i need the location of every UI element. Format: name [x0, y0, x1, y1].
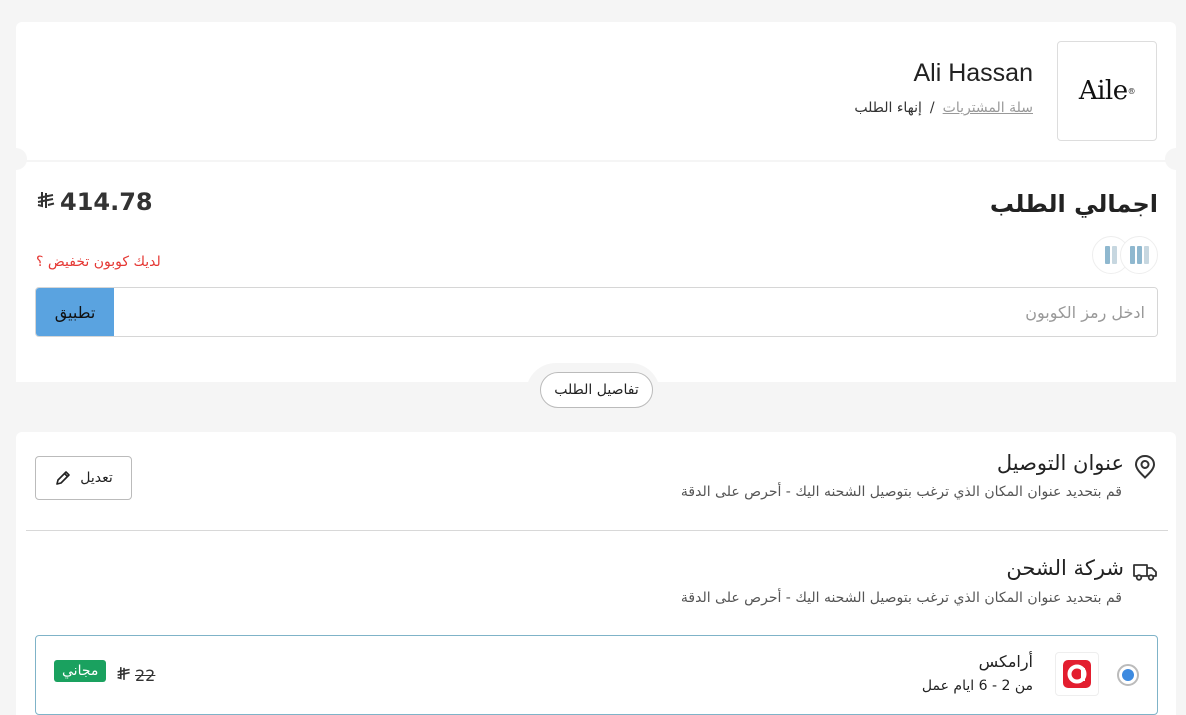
- coupon-link[interactable]: لديك كوبون تخفيض ؟: [36, 254, 161, 270]
- truck-icon: [1133, 564, 1157, 581]
- shipping-option-aramex[interactable]: أرامكس من 2 - 6 ايام عمل 22 مجاني: [35, 635, 1158, 715]
- order-total-title: اجمالي الطلب: [989, 190, 1158, 218]
- section-divider: [26, 530, 1168, 531]
- breadcrumb-cart-link[interactable]: سلة المشتريات: [943, 100, 1033, 116]
- carrier-name: أرامكس: [978, 652, 1033, 671]
- breadcrumb-separator: /: [929, 100, 935, 116]
- free-shipping-badge: مجاني: [54, 660, 107, 682]
- order-summary-card: اجمالي الطلب 414.78 لديك كوبون تخفيض ؟ ت…: [16, 162, 1176, 382]
- store-logo[interactable]: Aile ®: [1057, 41, 1157, 141]
- coupon-input[interactable]: [114, 288, 1157, 336]
- breadcrumb-current: إنهاء الطلب: [854, 100, 922, 116]
- shipping-company-title: شركة الشحن: [1006, 556, 1124, 580]
- order-details-button[interactable]: تفاصيل الطلب: [540, 372, 653, 408]
- order-total-value: 414.78: [60, 188, 153, 216]
- edit-address-button[interactable]: تعديل: [35, 456, 132, 500]
- shipping-company-description: قم بتحديد عنوان المكان الذي ترغب بتوصيل …: [680, 590, 1122, 606]
- apply-coupon-button[interactable]: تطبيق: [36, 288, 114, 336]
- aramex-logo: [1055, 652, 1099, 696]
- coupon-form: تطبيق: [35, 287, 1158, 337]
- location-pin-icon: [1134, 454, 1156, 479]
- shipping-old-price-value: 22: [135, 665, 156, 685]
- store-header: Aile ® Ali Hassan سلة المشتريات / إنهاء ا…: [16, 22, 1176, 160]
- delivery-card: عنوان التوصيل قم بتحديد عنوان المكان الذ…: [16, 432, 1176, 715]
- delivery-address-title: عنوان التوصيل: [996, 451, 1124, 475]
- carrier-eta: من 2 - 6 ايام عمل: [921, 678, 1033, 694]
- pencil-icon: [56, 471, 71, 485]
- riyal-currency-icon: [36, 191, 56, 214]
- product-thumbnail[interactable]: [1120, 236, 1158, 274]
- breadcrumb: سلة المشتريات / إنهاء الطلب: [854, 100, 1033, 116]
- store-name: Ali Hassan: [913, 59, 1034, 87]
- product-thumbnails: [1092, 236, 1158, 274]
- ticket-notch: [1165, 148, 1186, 170]
- shipping-old-price: 22: [116, 664, 155, 686]
- store-logo-text: Aile: [1078, 76, 1128, 106]
- riyal-currency-icon: [116, 664, 132, 686]
- shipping-radio[interactable]: [1117, 664, 1139, 686]
- delivery-address-description: قم بتحديد عنوان المكان الذي ترغب بتوصيل …: [680, 484, 1122, 500]
- order-total-price: 414.78: [36, 188, 153, 216]
- ticket-notch: [5, 148, 27, 170]
- edit-label: تعديل: [80, 470, 113, 486]
